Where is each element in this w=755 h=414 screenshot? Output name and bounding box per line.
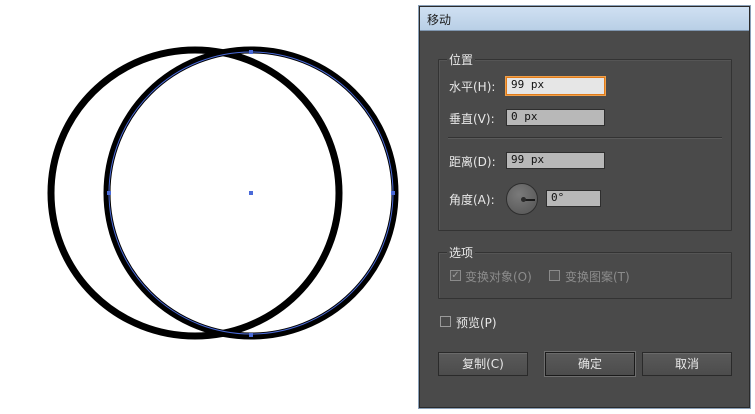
- position-group-title: 位置: [447, 51, 476, 68]
- ok-button[interactable]: 确定: [545, 352, 635, 376]
- options-group-title: 选项: [447, 244, 476, 261]
- cancel-button[interactable]: 取消: [642, 352, 732, 376]
- transform-patterns-label: 变换图案(T): [565, 270, 630, 284]
- distance-input[interactable]: 99 px: [506, 152, 605, 169]
- artwork: [47, 46, 399, 340]
- artboard-canvas[interactable]: [0, 0, 420, 414]
- anchor-point-left[interactable]: [107, 191, 111, 195]
- angle-dial-hub: [521, 197, 526, 202]
- angle-dial[interactable]: [506, 183, 538, 215]
- transform-objects-checkbox[interactable]: ✓: [450, 270, 461, 281]
- angle-input[interactable]: 0°: [546, 190, 601, 207]
- original-circle[interactable]: [47, 46, 343, 340]
- transform-objects-label: 变换对象(O): [465, 270, 532, 284]
- transform-patterns-checkbox[interactable]: [549, 270, 560, 281]
- center-point: [249, 191, 253, 195]
- angle-label: 角度(A):: [449, 193, 495, 207]
- preview-label: 预览(P): [456, 316, 497, 330]
- dialog-title: 移动: [427, 13, 452, 27]
- copy-button[interactable]: 复制(C): [438, 352, 528, 376]
- anchor-point-top[interactable]: [249, 50, 253, 54]
- anchor-point-right[interactable]: [391, 191, 395, 195]
- vertical-label: 垂直(V):: [449, 112, 495, 126]
- horizontal-label: 水平(H):: [449, 80, 496, 94]
- vertical-input[interactable]: 0 px: [506, 109, 605, 126]
- distance-label: 距离(D):: [449, 155, 496, 169]
- move-dialog: 移动 位置 水平(H): 99 px 垂直(V): 0 px 距离(D): 99…: [419, 6, 750, 408]
- horizontal-input[interactable]: 99 px: [506, 77, 605, 95]
- preview-checkbox[interactable]: [440, 316, 451, 327]
- dialog-titlebar[interactable]: 移动: [420, 7, 749, 31]
- position-divider: [448, 137, 722, 139]
- anchor-point-bottom[interactable]: [249, 333, 253, 337]
